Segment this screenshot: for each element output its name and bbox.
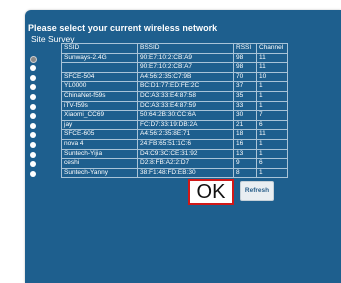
table-row[interactable]: ceshi D2:8:FB:A2:2:D7 9 6	[61, 158, 288, 169]
network-radio-button[interactable]	[30, 65, 36, 72]
cell-rssi: 30	[233, 110, 257, 121]
cell-ssid: YL0000	[61, 81, 138, 92]
cell-ssid: Xiaomi_CC69	[61, 110, 138, 121]
cell-ssid: SFCE-504	[61, 71, 138, 83]
cell-channel: 1	[256, 167, 288, 179]
network-radio-button[interactable]	[30, 93, 36, 100]
table-header-row: SSID BSSID RSSI Channel	[61, 43, 288, 54]
column-header-rssi: RSSI	[233, 43, 257, 54]
table-row[interactable]: jay FC:D7:33:19:DB:2A 21 6	[61, 119, 288, 131]
cell-rssi: 33	[233, 100, 257, 112]
cell-rssi: 13	[233, 148, 257, 160]
refresh-button[interactable]: Refresh	[240, 181, 274, 201]
cell-channel: 1	[256, 81, 288, 92]
cell-rssi: 70	[233, 71, 257, 83]
cell-bssid: FC:D7:33:19:DB:2A	[137, 119, 234, 131]
cell-channel: 10	[256, 71, 288, 83]
cell-bssid: D2:8:FB:A2:2:D7	[137, 158, 234, 169]
dialog-title: Please select your current wireless netw…	[28, 23, 218, 33]
cell-ssid: nova 4	[61, 138, 138, 150]
column-header-ssid: SSID	[61, 43, 138, 54]
table-row[interactable]: SFCE-605 A4:56:2:35:8E:71 18 11	[61, 129, 288, 140]
network-radio-button[interactable]	[30, 122, 36, 129]
cell-channel: 6	[256, 158, 288, 169]
network-radio-button[interactable]	[30, 103, 36, 110]
site-survey-table: SSID BSSID RSSI Channel Sunways-2.4G 90:E…	[61, 43, 288, 179]
cell-ssid: Suntech-Yanny	[61, 167, 138, 179]
column-header-bssid: BSSID	[137, 43, 234, 54]
table-row[interactable]: 90:E7:10:2:CB:A7 98 11	[61, 62, 288, 73]
table-row[interactable]: nova 4 24:FB:65:51:1C:6 16 1	[61, 138, 288, 150]
cell-bssid: DC:A3:33:E4:87:58	[137, 90, 234, 102]
cell-channel: 7	[256, 110, 288, 121]
table-row[interactable]: iTV-f59s DC:A3:33:E4:87:59 33 1	[61, 100, 288, 112]
cell-bssid: 90:E7:10:2:CB:A9	[137, 52, 234, 64]
cell-bssid: A4:56:2:35:C7:9B	[137, 71, 234, 83]
cell-channel: 11	[256, 62, 288, 73]
cell-ssid	[61, 62, 138, 73]
cell-channel: 1	[256, 100, 288, 112]
cell-rssi: 21	[233, 119, 257, 131]
cell-channel: 6	[256, 119, 288, 131]
cell-channel: 1	[256, 148, 288, 160]
cell-rssi: 18	[233, 129, 257, 140]
cell-channel: 1	[256, 90, 288, 102]
cell-bssid: 90:E7:10:2:CB:A7	[137, 62, 234, 73]
table-row[interactable]: Xiaomi_CC69 50:64:2B:30:CC:6A 30 7	[61, 110, 288, 121]
cell-bssid: 24:FB:65:51:1C:6	[137, 138, 234, 150]
column-header-channel: Channel	[256, 43, 288, 54]
table-row[interactable]: Sunways-2.4G 90:E7:10:2:CB:A9 98 11	[61, 52, 288, 64]
cell-ssid: jay	[61, 119, 138, 131]
network-radio-button[interactable]	[30, 141, 36, 148]
network-radio-button[interactable]	[30, 132, 36, 139]
cell-bssid: BC:D1:77:ED:FE:2C	[137, 81, 234, 92]
cell-rssi: 9	[233, 158, 257, 169]
network-radio-button[interactable]	[30, 74, 36, 81]
table-row[interactable]: Suntech-Yijia D4:C9:3C:CE:31:92 13 1	[61, 148, 288, 160]
cell-channel: 11	[256, 129, 288, 140]
cell-ssid: iTV-f59s	[61, 100, 138, 112]
cell-ssid: Sunways-2.4G	[61, 52, 138, 64]
cell-bssid: D4:C9:3C:CE:31:92	[137, 148, 234, 160]
cell-rssi: 98	[233, 62, 257, 73]
cell-bssid: DC:A3:33:E4:87:59	[137, 100, 234, 112]
network-radio-button[interactable]	[30, 113, 36, 120]
cell-rssi: 35	[233, 90, 257, 102]
cell-bssid: 50:64:2B:30:CC:6A	[137, 110, 234, 121]
cell-ssid: ceshi	[61, 158, 138, 169]
network-radio-column	[30, 43, 42, 184]
table-row[interactable]: YL0000 BC:D1:77:ED:FE:2C 37 1	[61, 81, 288, 92]
network-radio-button[interactable]	[30, 170, 36, 177]
table-row[interactable]: SFCE-504 A4:56:2:35:C7:9B 70 10	[61, 71, 288, 83]
cell-channel: 1	[256, 138, 288, 150]
table-row[interactable]: Suntech-Yanny 38:F1:48:FD:EB:30 8 1	[61, 167, 288, 179]
cell-ssid: SFCE-605	[61, 129, 138, 140]
network-radio-button[interactable]	[30, 161, 36, 168]
cell-rssi: 8	[233, 167, 257, 179]
cell-rssi: 37	[233, 81, 257, 92]
network-radio-button[interactable]	[30, 151, 36, 158]
cell-channel: 11	[256, 52, 288, 64]
table-row[interactable]: ChinaNet-f59s DC:A3:33:E4:87:58 35 1	[61, 90, 288, 102]
cell-rssi: 98	[233, 52, 257, 64]
network-radio-button[interactable]	[30, 55, 37, 63]
site-survey-table-viewport[interactable]: SSID BSSID RSSI Channel Sunways-2.4G 90:E…	[61, 43, 301, 184]
network-radio-button[interactable]	[30, 84, 36, 91]
cell-bssid: A4:56:2:35:8E:71	[137, 129, 234, 140]
ok-button[interactable]: OK	[188, 179, 234, 205]
cell-bssid: 38:F1:48:FD:EB:30	[137, 167, 234, 179]
cell-ssid: Suntech-Yijia	[61, 148, 138, 160]
cell-rssi: 16	[233, 138, 257, 150]
cell-ssid: ChinaNet-f59s	[61, 90, 138, 102]
